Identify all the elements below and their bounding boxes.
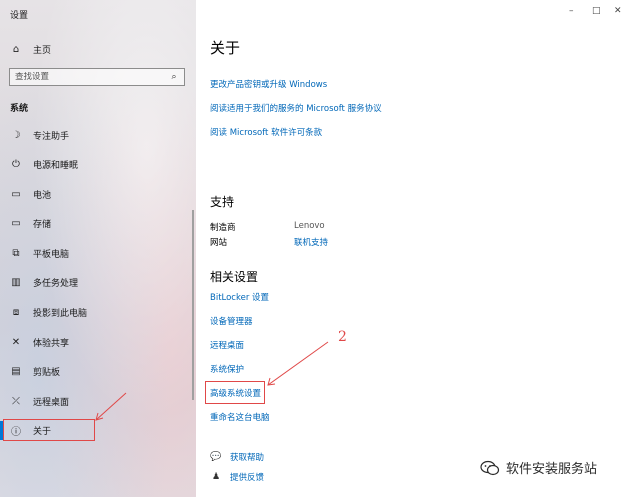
annotation-number: 2 (338, 329, 347, 345)
annotation-arrows (95, 341, 329, 421)
wechat-icon (480, 460, 500, 475)
annotation-arrow-2 (267, 341, 329, 386)
watermark: 软件安装服务站 (480, 458, 597, 477)
watermark-text: 软件安装服务站 (506, 462, 598, 477)
annotation-arrow-1 (95, 392, 127, 421)
